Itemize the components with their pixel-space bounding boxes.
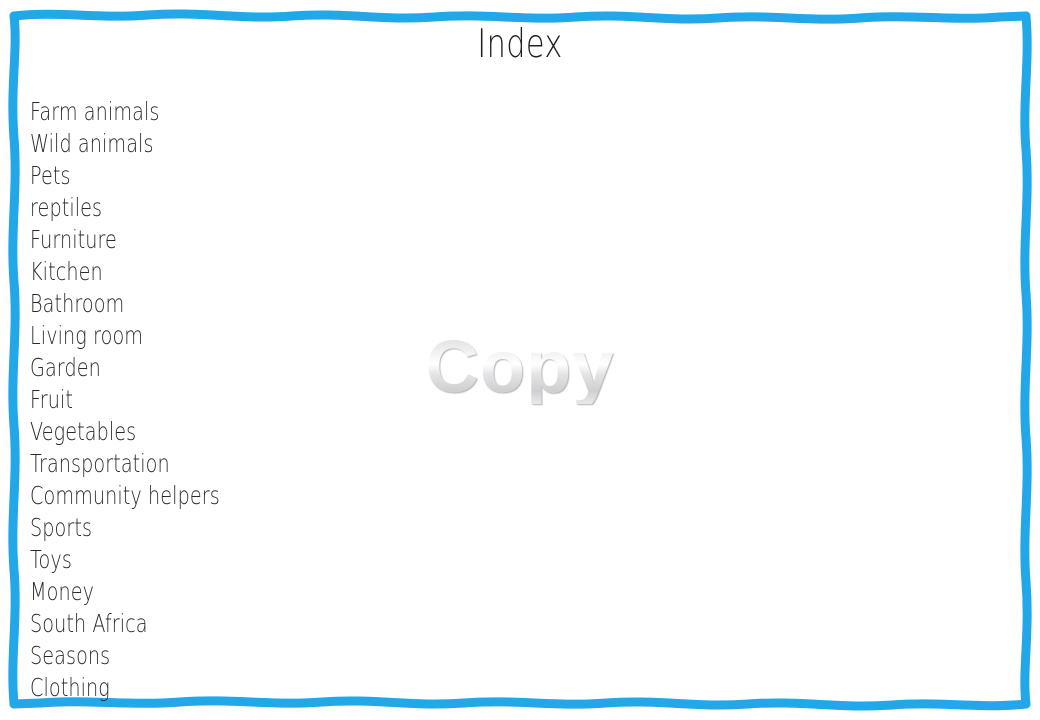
list-item[interactable]: Toys [30,546,366,579]
border-left [8,11,20,709]
list-item[interactable]: Money [30,578,366,611]
document-page: Index Farm animals Wild animals Pets rep… [0,0,1040,720]
list-item[interactable]: Bathroom [30,290,366,323]
copy-watermark-text: Copy [425,325,615,408]
border-top [9,9,1031,24]
list-item[interactable]: Transportation [30,450,366,483]
list-item[interactable]: Vegetables [30,418,366,451]
index-list: Farm animals Wild animals Pets reptiles … [30,98,450,706]
list-item[interactable]: Fruit [30,386,366,419]
page-title: Index [477,20,563,67]
list-item[interactable]: Community helpers [30,482,366,515]
list-item[interactable]: Pets [30,162,366,195]
list-item[interactable]: Farm animals [30,98,366,131]
list-item[interactable]: Seasons [30,642,366,675]
list-item[interactable]: reptiles [30,194,366,227]
list-item[interactable]: Garden [30,354,366,387]
border-right [1020,11,1032,709]
list-item[interactable]: Living room [30,322,366,355]
list-item[interactable]: Sports [30,514,366,547]
list-item[interactable]: Kitchen [30,258,366,291]
list-item[interactable]: South Africa [30,610,366,643]
list-item[interactable]: Clothing [30,674,366,707]
list-item[interactable]: Furniture [30,226,366,259]
list-item[interactable]: Wild animals [30,130,366,163]
